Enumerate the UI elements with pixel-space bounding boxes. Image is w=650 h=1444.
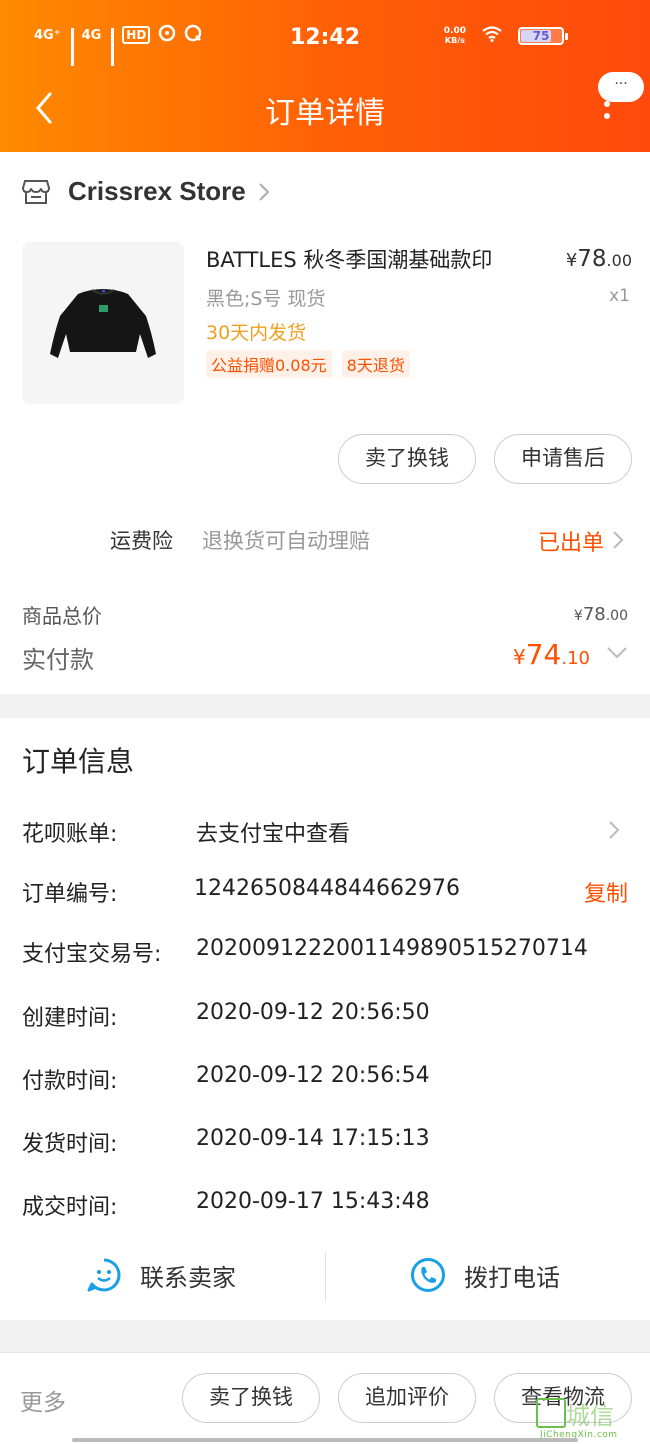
order-item-card: Crissrex Store BATTLES 秋冬季国潮基础款印 ¥78.00 …: [0, 152, 650, 694]
shipped-time-row: 发货时间: 2020-09-14 17:15:13: [0, 1126, 650, 1166]
product-price-dec: .00: [606, 251, 632, 270]
total-price-symbol: ¥: [573, 608, 583, 624]
sell-for-cash-bottom-button[interactable]: 卖了换钱: [182, 1373, 320, 1423]
completed-time-row: 成交时间: 2020-09-17 15:43:48: [0, 1189, 650, 1229]
copy-button[interactable]: 复制: [584, 876, 628, 908]
product-thumbnail[interactable]: [22, 242, 184, 404]
created-time-row: 创建时间: 2020-09-12 20:56:50: [0, 1000, 650, 1040]
insurance-label: 运费险: [110, 529, 173, 553]
insurance-status: 已出单: [538, 531, 605, 556]
paid-amount-int: 74: [525, 638, 562, 671]
home-indicator[interactable]: [72, 1438, 578, 1442]
shipping-insurance-row[interactable]: 运费险 退换货可自动理赔 已出单: [0, 520, 650, 560]
more-button[interactable]: 更多: [20, 1383, 66, 1417]
top-header: 4G⁺ 4G HD 12:42 0.00 KB/s 75 订单详情 ···: [0, 0, 650, 152]
order-info-card: 订单信息 花呗账单: 去支付宝中查看 订单编号: 124265084484466…: [0, 718, 650, 1320]
sweatshirt-image: [50, 289, 156, 358]
more-menu-icon[interactable]: [602, 101, 612, 127]
product-tags: 公益捐赠0.08元 8天退货: [206, 350, 410, 378]
paid-amount-label: 实付款: [22, 646, 94, 674]
chevron-right-icon: [613, 531, 624, 549]
total-price-value: ¥78.00: [574, 604, 628, 625]
return-policy-tag: 8天退货: [341, 350, 410, 378]
total-price-dec: .00: [605, 608, 628, 624]
shipping-note: 30天内发货: [206, 322, 307, 344]
product-price-symbol: ¥: [565, 250, 578, 271]
huabei-bill-row[interactable]: 花呗账单: 去支付宝中查看: [0, 816, 650, 856]
info-label: 发货时间:: [22, 1132, 118, 1157]
contact-divider: [325, 1252, 326, 1302]
alipay-trade-row: 支付宝交易号: 2020091222001149890515270714: [0, 936, 650, 976]
chevron-down-icon[interactable]: [606, 646, 628, 660]
product-price-int: 78: [577, 246, 607, 272]
info-value: 2020-09-17 15:43:48: [196, 1189, 430, 1214]
paid-time-row: 付款时间: 2020-09-12 20:56:54: [0, 1063, 650, 1103]
info-label: 成交时间:: [22, 1195, 118, 1220]
sell-for-cash-button[interactable]: 卖了换钱: [338, 434, 476, 484]
contact-seller-label: 联系卖家: [140, 1263, 236, 1292]
info-value: 去支付宝中查看: [196, 822, 351, 847]
wifi-icon: [482, 26, 502, 46]
info-label: 支付宝交易号:: [22, 942, 162, 967]
info-label: 创建时间:: [22, 1006, 118, 1031]
total-price-label: 商品总价: [22, 604, 102, 628]
smiley-chat-icon: [87, 1258, 121, 1292]
info-value: 2020-09-14 17:15:13: [196, 1126, 430, 1151]
after-sale-button[interactable]: 申请售后: [494, 434, 632, 484]
page-title: 订单详情: [265, 96, 385, 131]
order-number-row: 订单编号: 1242650844844662976 复制: [0, 876, 650, 916]
watermark-logo-icon: [536, 1398, 566, 1428]
phone-icon: [411, 1258, 445, 1292]
total-price-int: 78: [582, 604, 606, 625]
net-speed-unit: KB/s: [444, 36, 465, 45]
product-price: ¥78.00: [566, 246, 632, 272]
info-value: 1242650844844662976: [194, 876, 460, 901]
store-name[interactable]: Crissrex Store: [68, 176, 246, 207]
order-info-title: 订单信息: [22, 745, 135, 778]
info-label: 付款时间:: [22, 1069, 118, 1094]
charity-tag: 公益捐赠0.08元: [206, 350, 332, 378]
net-speed: 0.00 KB/s: [444, 26, 466, 46]
net-speed-value: 0.00: [443, 26, 466, 36]
store-row[interactable]: Crissrex Store: [22, 176, 270, 207]
message-bubble-button[interactable]: ···: [598, 72, 644, 102]
site-watermark: 城信 JiChengXin.com: [536, 1396, 646, 1440]
battery-level: 75: [532, 29, 550, 43]
insurance-desc: 退换货可自动理赔: [202, 529, 370, 553]
chevron-right-icon: [609, 821, 620, 839]
paid-amount-symbol: ¥: [512, 645, 526, 669]
paid-amount-value: ¥74.10: [513, 638, 590, 671]
info-value: 2020-09-12 20:56:50: [196, 1000, 430, 1025]
call-phone-button[interactable]: 拨打电话: [410, 1248, 560, 1302]
product-title[interactable]: BATTLES 秋冬季国潮基础款印: [206, 244, 526, 274]
call-phone-label: 拨打电话: [464, 1263, 560, 1292]
contact-seller-button[interactable]: 联系卖家: [86, 1248, 236, 1302]
battery-icon: 75: [518, 27, 568, 45]
product-quantity: x1: [609, 286, 630, 306]
info-label: 花呗账单:: [22, 822, 118, 847]
watermark-text: 城信: [566, 1402, 614, 1430]
add-review-button[interactable]: 追加评价: [338, 1373, 476, 1423]
info-label: 订单编号:: [22, 882, 118, 907]
info-value: 2020-09-12 20:56:54: [196, 1063, 430, 1088]
chevron-right-icon: [259, 182, 270, 201]
paid-amount-dec: .10: [561, 648, 590, 669]
store-icon: [22, 179, 50, 204]
info-value: 2020091222001149890515270714: [196, 936, 588, 961]
product-sku: 黑色;S号 现货: [206, 288, 326, 310]
status-right: 0.00 KB/s 75: [444, 26, 568, 46]
